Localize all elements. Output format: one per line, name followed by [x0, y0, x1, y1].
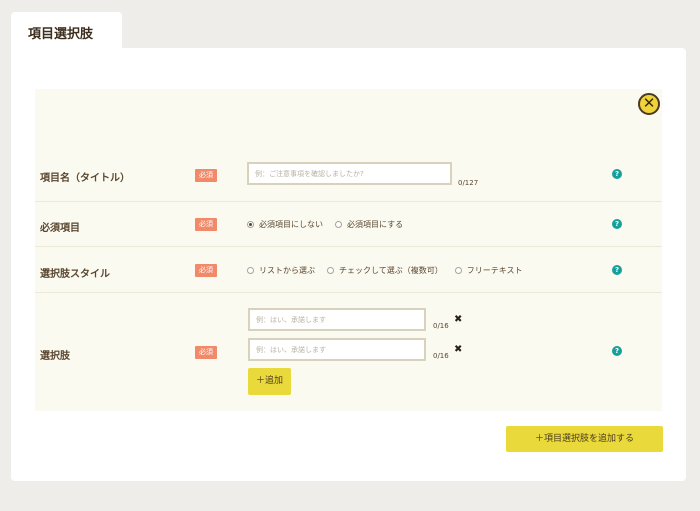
item-name-label: 項目名（タイトル） [40, 173, 130, 184]
remove-choice-icon[interactable]: ✖ [454, 314, 462, 325]
required-radio-group: 必須項目にしない 必須項目にする [247, 219, 415, 230]
item-form: ✕ 項目名（タイトル） 必須 0/127 ? 必須項目 必須 必須項目にしない … [35, 89, 662, 411]
remove-choice-icon[interactable]: ✖ [454, 344, 462, 355]
radio-label: 必須項目にしない [259, 220, 323, 229]
item-name-counter: 0/127 [458, 179, 479, 187]
radio-dot-icon [327, 267, 334, 274]
required-badge: 必須 [195, 346, 217, 359]
radio-label: チェックして選ぶ（複数可） [339, 266, 443, 275]
radio-required[interactable]: 必須項目にする [335, 219, 403, 230]
required-badge: 必須 [195, 218, 217, 231]
choice-counter: 0/16 [433, 322, 449, 330]
tab-item-choices[interactable]: 項目選択肢 [11, 12, 122, 50]
radio-dot-icon [247, 221, 254, 228]
required-label: 必須項目 [40, 223, 80, 234]
radio-dot-icon [454, 267, 462, 274]
radio-free-text[interactable]: フリーテキスト [454, 265, 523, 276]
radio-label: フリーテキスト [466, 266, 523, 275]
radio-dot-icon [247, 267, 254, 274]
add-choice-button[interactable]: ＋追加 [248, 368, 291, 395]
required-badge: 必須 [195, 264, 217, 277]
row-required: 必須項目 必須 必須項目にしない 必須項目にする ? [35, 202, 662, 247]
help-icon[interactable]: ? [612, 219, 622, 229]
close-icon[interactable]: ✕ [638, 93, 660, 115]
radio-checkbox[interactable]: チェックして選ぶ（複数可） [327, 265, 443, 276]
help-icon[interactable]: ? [612, 169, 622, 179]
radio-dot-icon [335, 221, 342, 228]
row-item-name: 項目名（タイトル） 必須 0/127 ? [35, 149, 662, 202]
choice-input[interactable] [248, 308, 426, 331]
help-icon[interactable]: ? [612, 265, 622, 275]
item-name-input[interactable] [247, 162, 452, 185]
choice-style-radio-group: リストから選ぶ チェックして選ぶ（複数可） フリーテキスト [247, 265, 535, 276]
row-choice-style: 選択肢スタイル 必須 リストから選ぶ チェックして選ぶ（複数可） フリーテキスト… [35, 247, 662, 293]
add-item-choice-button[interactable]: ＋項目選択肢を追加する [506, 426, 663, 452]
tab-title: 項目選択肢 [28, 27, 94, 42]
radio-not-required[interactable]: 必須項目にしない [247, 219, 323, 230]
choice-style-label: 選択肢スタイル [40, 269, 110, 280]
radio-label: 必須項目にする [347, 220, 404, 229]
required-badge: 必須 [195, 169, 217, 182]
choices-label: 選択肢 [40, 351, 70, 362]
radio-label: リストから選ぶ [259, 266, 315, 275]
help-icon[interactable]: ? [612, 346, 622, 356]
choice-input[interactable] [248, 338, 426, 361]
radio-list[interactable]: リストから選ぶ [247, 265, 315, 276]
choice-counter: 0/16 [433, 352, 449, 360]
